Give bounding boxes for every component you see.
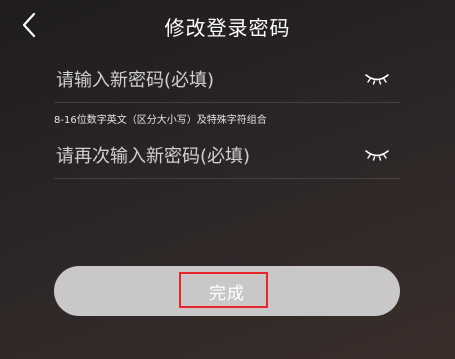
- header-bar: 修改登录密码: [0, 0, 455, 52]
- confirm-password-input[interactable]: [54, 132, 358, 180]
- page-title: 修改登录密码: [164, 16, 291, 40]
- new-password-field: [54, 56, 400, 104]
- new-password-input[interactable]: [54, 56, 358, 104]
- done-button[interactable]: 完成: [54, 266, 400, 316]
- eye-closed-icon[interactable]: [364, 70, 390, 86]
- confirm-password-field: [54, 132, 400, 180]
- done-button-label: 完成: [209, 283, 245, 303]
- password-rule-hint: 8-16位数字英文（区分大小写）及特殊字符组合: [54, 115, 267, 126]
- eye-closed-icon[interactable]: [364, 146, 390, 162]
